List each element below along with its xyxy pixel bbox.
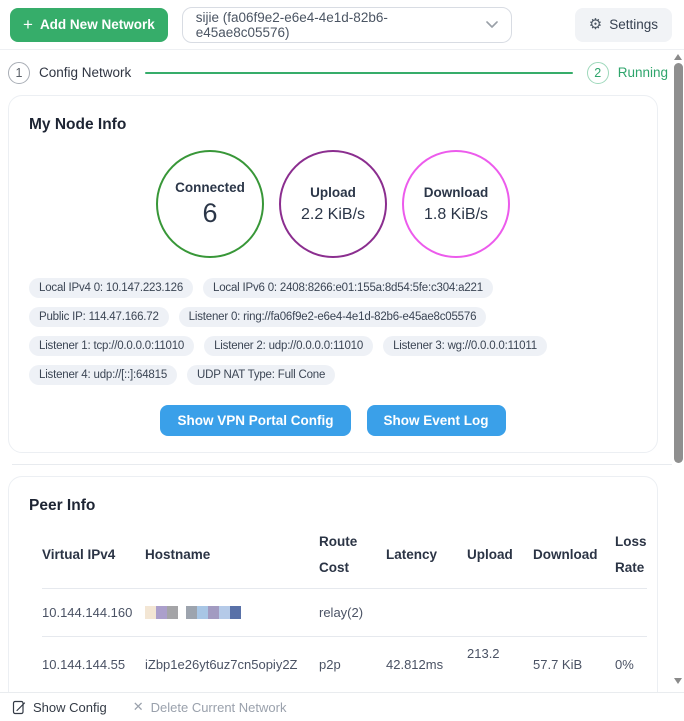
settings-label: Settings bbox=[609, 17, 658, 32]
cell-route-cost: p2p bbox=[319, 657, 386, 672]
delete-network-label: Delete Current Network bbox=[151, 700, 287, 715]
show-vpn-portal-config-button[interactable]: Show VPN Portal Config bbox=[160, 405, 350, 436]
col-upload: Upload bbox=[467, 542, 533, 568]
table-row: 10.144.144.55 iZbp1e26yt6uz7cn5opiy2Z p2… bbox=[42, 637, 647, 693]
step-1-number: 1 bbox=[16, 66, 23, 80]
show-config-label: Show Config bbox=[33, 700, 107, 715]
add-new-network-button[interactable]: + Add New Network bbox=[10, 8, 168, 42]
cell-virtual-ipv4: 10.144.144.160 bbox=[42, 605, 145, 620]
scrollbar-thumb[interactable] bbox=[674, 63, 683, 463]
step-connector-line bbox=[145, 72, 572, 74]
settings-button[interactable]: ⚙ Settings bbox=[575, 8, 672, 42]
peer-info-card: Peer Info Virtual IPv4 Hostname Route Co… bbox=[8, 476, 658, 721]
peer-info-title: Peer Info bbox=[9, 497, 657, 515]
col-hostname: Hostname bbox=[145, 542, 319, 568]
tag-listener-0: Listener 0: ring://fa06f9e2-e6e4-4e1d-82… bbox=[179, 307, 487, 327]
table-row: 10.144.144.160 relay(2) bbox=[42, 589, 647, 637]
cell-hostname: iZbp1e26yt6uz7cn5opiy2Z bbox=[145, 657, 319, 672]
network-select-value: sijie (fa06f9e2-e6e4-4e1d-82b6-e45ae8c05… bbox=[196, 10, 478, 40]
tag-listener-4: Listener 4: udp://[::]:64815 bbox=[29, 365, 177, 385]
col-loss-rate: Loss Rate bbox=[615, 529, 658, 582]
tag-listener-2: Listener 2: udp://0.0.0.0:11010 bbox=[204, 336, 373, 356]
network-select[interactable]: sijie (fa06f9e2-e6e4-4e1d-82b6-e45ae8c05… bbox=[182, 7, 512, 43]
col-latency: Latency bbox=[386, 542, 467, 568]
cell-upload: 213.2 bbox=[467, 646, 533, 661]
tag-public-ip: Public IP: 114.47.166.72 bbox=[29, 307, 169, 327]
tag-local-ipv4: Local IPv4 0: 10.147.223.126 bbox=[29, 278, 193, 298]
node-stats: Connected 6 Upload 2.2 KiB/s Download 1.… bbox=[29, 150, 637, 258]
close-icon: ✕ bbox=[133, 699, 144, 715]
cell-virtual-ipv4: 10.144.144.55 bbox=[42, 657, 145, 672]
scroll-up-arrow-icon[interactable] bbox=[674, 54, 682, 60]
stat-upload-circle: Upload 2.2 KiB/s bbox=[279, 150, 387, 258]
cell-download: 57.7 KiB bbox=[533, 657, 615, 672]
add-new-network-label: Add New Network bbox=[40, 17, 155, 32]
show-config-button[interactable]: Show Config bbox=[12, 700, 107, 715]
scroll-down-arrow-icon[interactable] bbox=[674, 678, 682, 684]
step-1-circle: 1 bbox=[8, 62, 30, 84]
plus-icon: + bbox=[23, 16, 33, 33]
cell-latency: 42.812ms bbox=[386, 657, 467, 672]
chevron-down-icon bbox=[486, 21, 498, 28]
gear-icon: ⚙ bbox=[589, 17, 602, 32]
cell-route-cost: relay(2) bbox=[319, 605, 386, 620]
tag-listener-3: Listener 3: wg://0.0.0.0:11011 bbox=[383, 336, 547, 356]
col-virtual-ipv4: Virtual IPv4 bbox=[42, 542, 145, 568]
stat-download-circle: Download 1.8 KiB/s bbox=[402, 150, 510, 258]
tag-udp-nat-type: UDP NAT Type: Full Cone bbox=[187, 365, 335, 385]
node-buttons-row: Show VPN Portal Config Show Event Log bbox=[29, 405, 637, 436]
step-2-number: 2 bbox=[594, 66, 601, 80]
col-route-cost: Route Cost bbox=[319, 529, 386, 582]
peer-table-header: Virtual IPv4 Hostname Route Cost Latency… bbox=[42, 523, 647, 589]
tag-listener-1: Listener 1: tcp://0.0.0.0:11010 bbox=[29, 336, 194, 356]
peer-table: Virtual IPv4 Hostname Route Cost Latency… bbox=[42, 523, 647, 693]
stat-download-value: 1.8 KiB/s bbox=[424, 206, 488, 224]
vertical-scrollbar[interactable] bbox=[672, 50, 684, 692]
stat-download-label: Download bbox=[424, 185, 489, 200]
step-2-circle: 2 bbox=[587, 62, 609, 84]
stat-connected-label: Connected bbox=[175, 180, 245, 195]
redacted-hostname bbox=[145, 606, 319, 619]
top-toolbar: + Add New Network sijie (fa06f9e2-e6e4-4… bbox=[0, 0, 684, 50]
stat-upload-value: 2.2 KiB/s bbox=[301, 206, 365, 224]
delete-current-network-button[interactable]: ✕ Delete Current Network bbox=[133, 699, 287, 715]
bottom-bar: Show Config ✕ Delete Current Network bbox=[0, 692, 684, 721]
show-event-log-button[interactable]: Show Event Log bbox=[367, 405, 506, 436]
stat-connected-circle: Connected 6 bbox=[156, 150, 264, 258]
tag-local-ipv6: Local IPv6 0: 2408:8266:e01:155a:8d54:5f… bbox=[203, 278, 493, 298]
cell-loss-rate: 0% bbox=[615, 657, 658, 672]
my-node-info-card: My Node Info Connected 6 Upload 2.2 KiB/… bbox=[8, 95, 658, 453]
step-1-label: Config Network bbox=[39, 65, 131, 80]
step-2-label: Running bbox=[618, 65, 668, 80]
card-divider bbox=[12, 464, 672, 465]
stat-connected-value: 6 bbox=[202, 198, 217, 229]
node-info-title: My Node Info bbox=[29, 116, 637, 134]
node-tags: Local IPv4 0: 10.147.223.126 Local IPv6 … bbox=[29, 278, 637, 385]
stepper: 1 Config Network 2 Running bbox=[0, 50, 684, 95]
file-edit-icon bbox=[12, 700, 26, 715]
col-download: Download bbox=[533, 542, 615, 568]
stat-upload-label: Upload bbox=[310, 185, 356, 200]
